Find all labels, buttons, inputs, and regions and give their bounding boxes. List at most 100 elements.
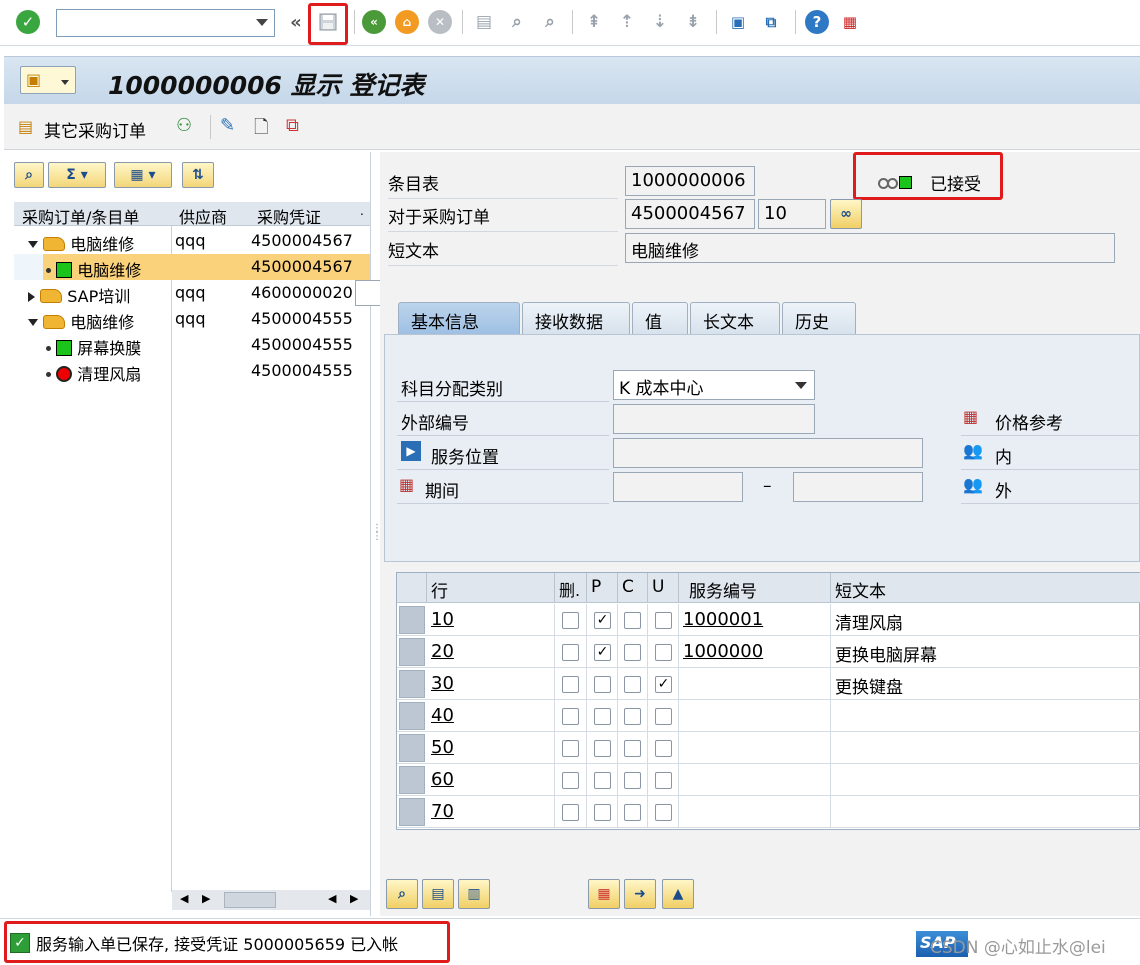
col-line[interactable]: 行 xyxy=(427,573,555,603)
table-row[interactable]: 60 xyxy=(397,764,1140,796)
checkbox-u[interactable] xyxy=(655,612,672,629)
entry-sheet-field[interactable]: 1000000006 xyxy=(625,166,755,196)
shortcut-icon[interactable]: ⧉ xyxy=(759,10,783,34)
table-row[interactable]: 20 ✓ 1000000 更换电脑屏幕 xyxy=(397,636,1140,668)
short-text-cell[interactable] xyxy=(831,732,1140,764)
line-number-link[interactable]: 20 xyxy=(427,636,555,668)
horizontal-scrollbar[interactable]: ◀ ▶ ◀ ▶ xyxy=(172,890,370,910)
col-doc[interactable]: 采购凭证 xyxy=(257,204,321,228)
checkbox-p[interactable] xyxy=(594,676,611,693)
table-row[interactable]: 70 xyxy=(397,796,1140,828)
tree-row[interactable]: 屏幕换膜 4500004555 xyxy=(14,332,370,358)
export-icon[interactable]: ⇅ xyxy=(182,162,214,188)
prev-page-icon[interactable]: ⇡ xyxy=(615,10,639,34)
checkbox-del[interactable] xyxy=(562,772,579,789)
checkbox-u[interactable] xyxy=(655,708,672,725)
tree-row[interactable]: SAP培训 qqq 4600000020 10 xyxy=(14,280,417,306)
transfer-icon[interactable]: ➜ xyxy=(624,879,656,909)
last-page-icon[interactable]: ⇟ xyxy=(681,10,705,34)
menu-button[interactable]: ▣ xyxy=(20,66,76,94)
exit-icon[interactable]: ⌂ xyxy=(395,10,419,34)
tree-row[interactable]: 清理风扇 4500004555 xyxy=(14,358,370,384)
service-no-link[interactable] xyxy=(679,732,831,764)
tab-history[interactable]: 历史 xyxy=(782,302,856,334)
table-row[interactable]: 30 ✓ 更换键盘 xyxy=(397,668,1140,700)
row-selector[interactable] xyxy=(399,702,425,730)
back-icon[interactable]: « xyxy=(362,10,386,34)
layout-button[interactable]: ▦ ▾ xyxy=(114,162,172,188)
short-text-cell[interactable] xyxy=(831,700,1140,732)
tab-basic[interactable]: 基本信息 xyxy=(398,302,520,334)
service-no-link[interactable]: 1000000 xyxy=(679,636,831,668)
checkbox-del[interactable] xyxy=(562,644,579,661)
landscape-icon[interactable]: ▲ xyxy=(662,879,694,909)
chevron-down-icon[interactable] xyxy=(795,382,807,389)
line-number-link[interactable]: 70 xyxy=(427,796,555,828)
price-ref-button[interactable]: 价格参考 xyxy=(995,409,1063,434)
select-all-column[interactable] xyxy=(397,573,427,603)
line-number-link[interactable]: 10 xyxy=(427,604,555,636)
line-number-link[interactable]: 50 xyxy=(427,732,555,764)
checkbox-c[interactable] xyxy=(624,644,641,661)
status-overview-icon[interactable]: ⚇ xyxy=(176,115,192,136)
tree-row[interactable]: 电脑维修 qqq 4500004555 xyxy=(14,306,370,332)
find-icon[interactable]: ⌕ xyxy=(505,10,529,34)
short-text-cell[interactable] xyxy=(831,764,1140,796)
checkbox-u[interactable] xyxy=(655,644,672,661)
checkbox-del[interactable] xyxy=(562,804,579,821)
sum-button[interactable]: Σ ▾ xyxy=(48,162,106,188)
tree-row-selected[interactable]: 电脑维修 4500004567 xyxy=(14,254,370,280)
checkbox-del[interactable] xyxy=(562,612,579,629)
command-field[interactable] xyxy=(56,9,275,37)
edit-icon[interactable]: ✎ xyxy=(220,115,235,136)
delete-row-icon[interactable]: ▥ xyxy=(458,879,490,909)
service-no-link[interactable]: 1000001 xyxy=(679,604,831,636)
col-c[interactable]: C xyxy=(618,573,648,603)
short-text-cell[interactable]: 更换电脑屏幕 xyxy=(831,636,1140,668)
create-icon[interactable]: 🗋 xyxy=(254,115,268,145)
checkbox-c[interactable] xyxy=(624,612,641,629)
po-item-field[interactable]: 10 xyxy=(758,199,826,229)
play-icon[interactable]: ▶ xyxy=(401,441,421,461)
table-row[interactable]: 40 xyxy=(397,700,1140,732)
scroll-left-icon[interactable]: ◀ xyxy=(328,892,336,905)
scroll-right-icon[interactable]: ▶ xyxy=(350,892,358,905)
checkbox-c[interactable] xyxy=(624,740,641,757)
tab-long-text[interactable]: 长文本 xyxy=(690,302,780,334)
tab-value[interactable]: 值 xyxy=(632,302,688,334)
expand-icon[interactable] xyxy=(28,292,35,302)
col-short-text[interactable]: 短文本 xyxy=(831,573,1140,603)
checkbox-del[interactable] xyxy=(562,676,579,693)
short-text-field[interactable]: 电脑维修 xyxy=(625,233,1115,263)
row-selector[interactable] xyxy=(399,734,425,762)
help-icon[interactable]: ? xyxy=(805,10,829,34)
customize-icon[interactable]: ▦ xyxy=(838,10,862,34)
row-selector[interactable] xyxy=(399,766,425,794)
col-vendor[interactable]: 供应商 xyxy=(179,204,227,228)
internal-button[interactable]: 内 xyxy=(995,443,1012,468)
row-selector[interactable] xyxy=(399,638,425,666)
other-po-button[interactable]: 其它采购订单 xyxy=(44,117,146,142)
checkbox-c[interactable] xyxy=(624,708,641,725)
checkbox-u[interactable] xyxy=(655,740,672,757)
print-icon[interactable]: ▤ xyxy=(472,10,496,34)
scroll-thumb[interactable] xyxy=(224,892,276,908)
service-no-link[interactable] xyxy=(679,764,831,796)
tree-row[interactable]: 电脑维修 qqq 4500004567 xyxy=(14,228,370,254)
find-icon[interactable]: ⌕ xyxy=(14,162,44,188)
splitter-handle[interactable]: ⋮ ⋮ xyxy=(372,524,382,565)
checkbox-p[interactable] xyxy=(594,772,611,789)
calculator-icon[interactable]: ▦ xyxy=(588,879,620,909)
service-no-link[interactable] xyxy=(679,668,831,700)
short-text-cell[interactable] xyxy=(831,796,1140,828)
short-text-cell[interactable]: 清理风扇 xyxy=(831,604,1140,636)
cancel-icon[interactable]: ✕ xyxy=(428,10,452,34)
checkbox-p[interactable]: ✓ xyxy=(594,644,611,661)
service-no-link[interactable] xyxy=(679,796,831,828)
period-from-field[interactable] xyxy=(613,472,743,502)
collapse-icon[interactable]: « xyxy=(284,10,308,34)
external-button[interactable]: 外 xyxy=(995,477,1012,502)
line-number-link[interactable]: 30 xyxy=(427,668,555,700)
checkbox-u[interactable]: ✓ xyxy=(655,676,672,693)
table-row[interactable]: 50 xyxy=(397,732,1140,764)
